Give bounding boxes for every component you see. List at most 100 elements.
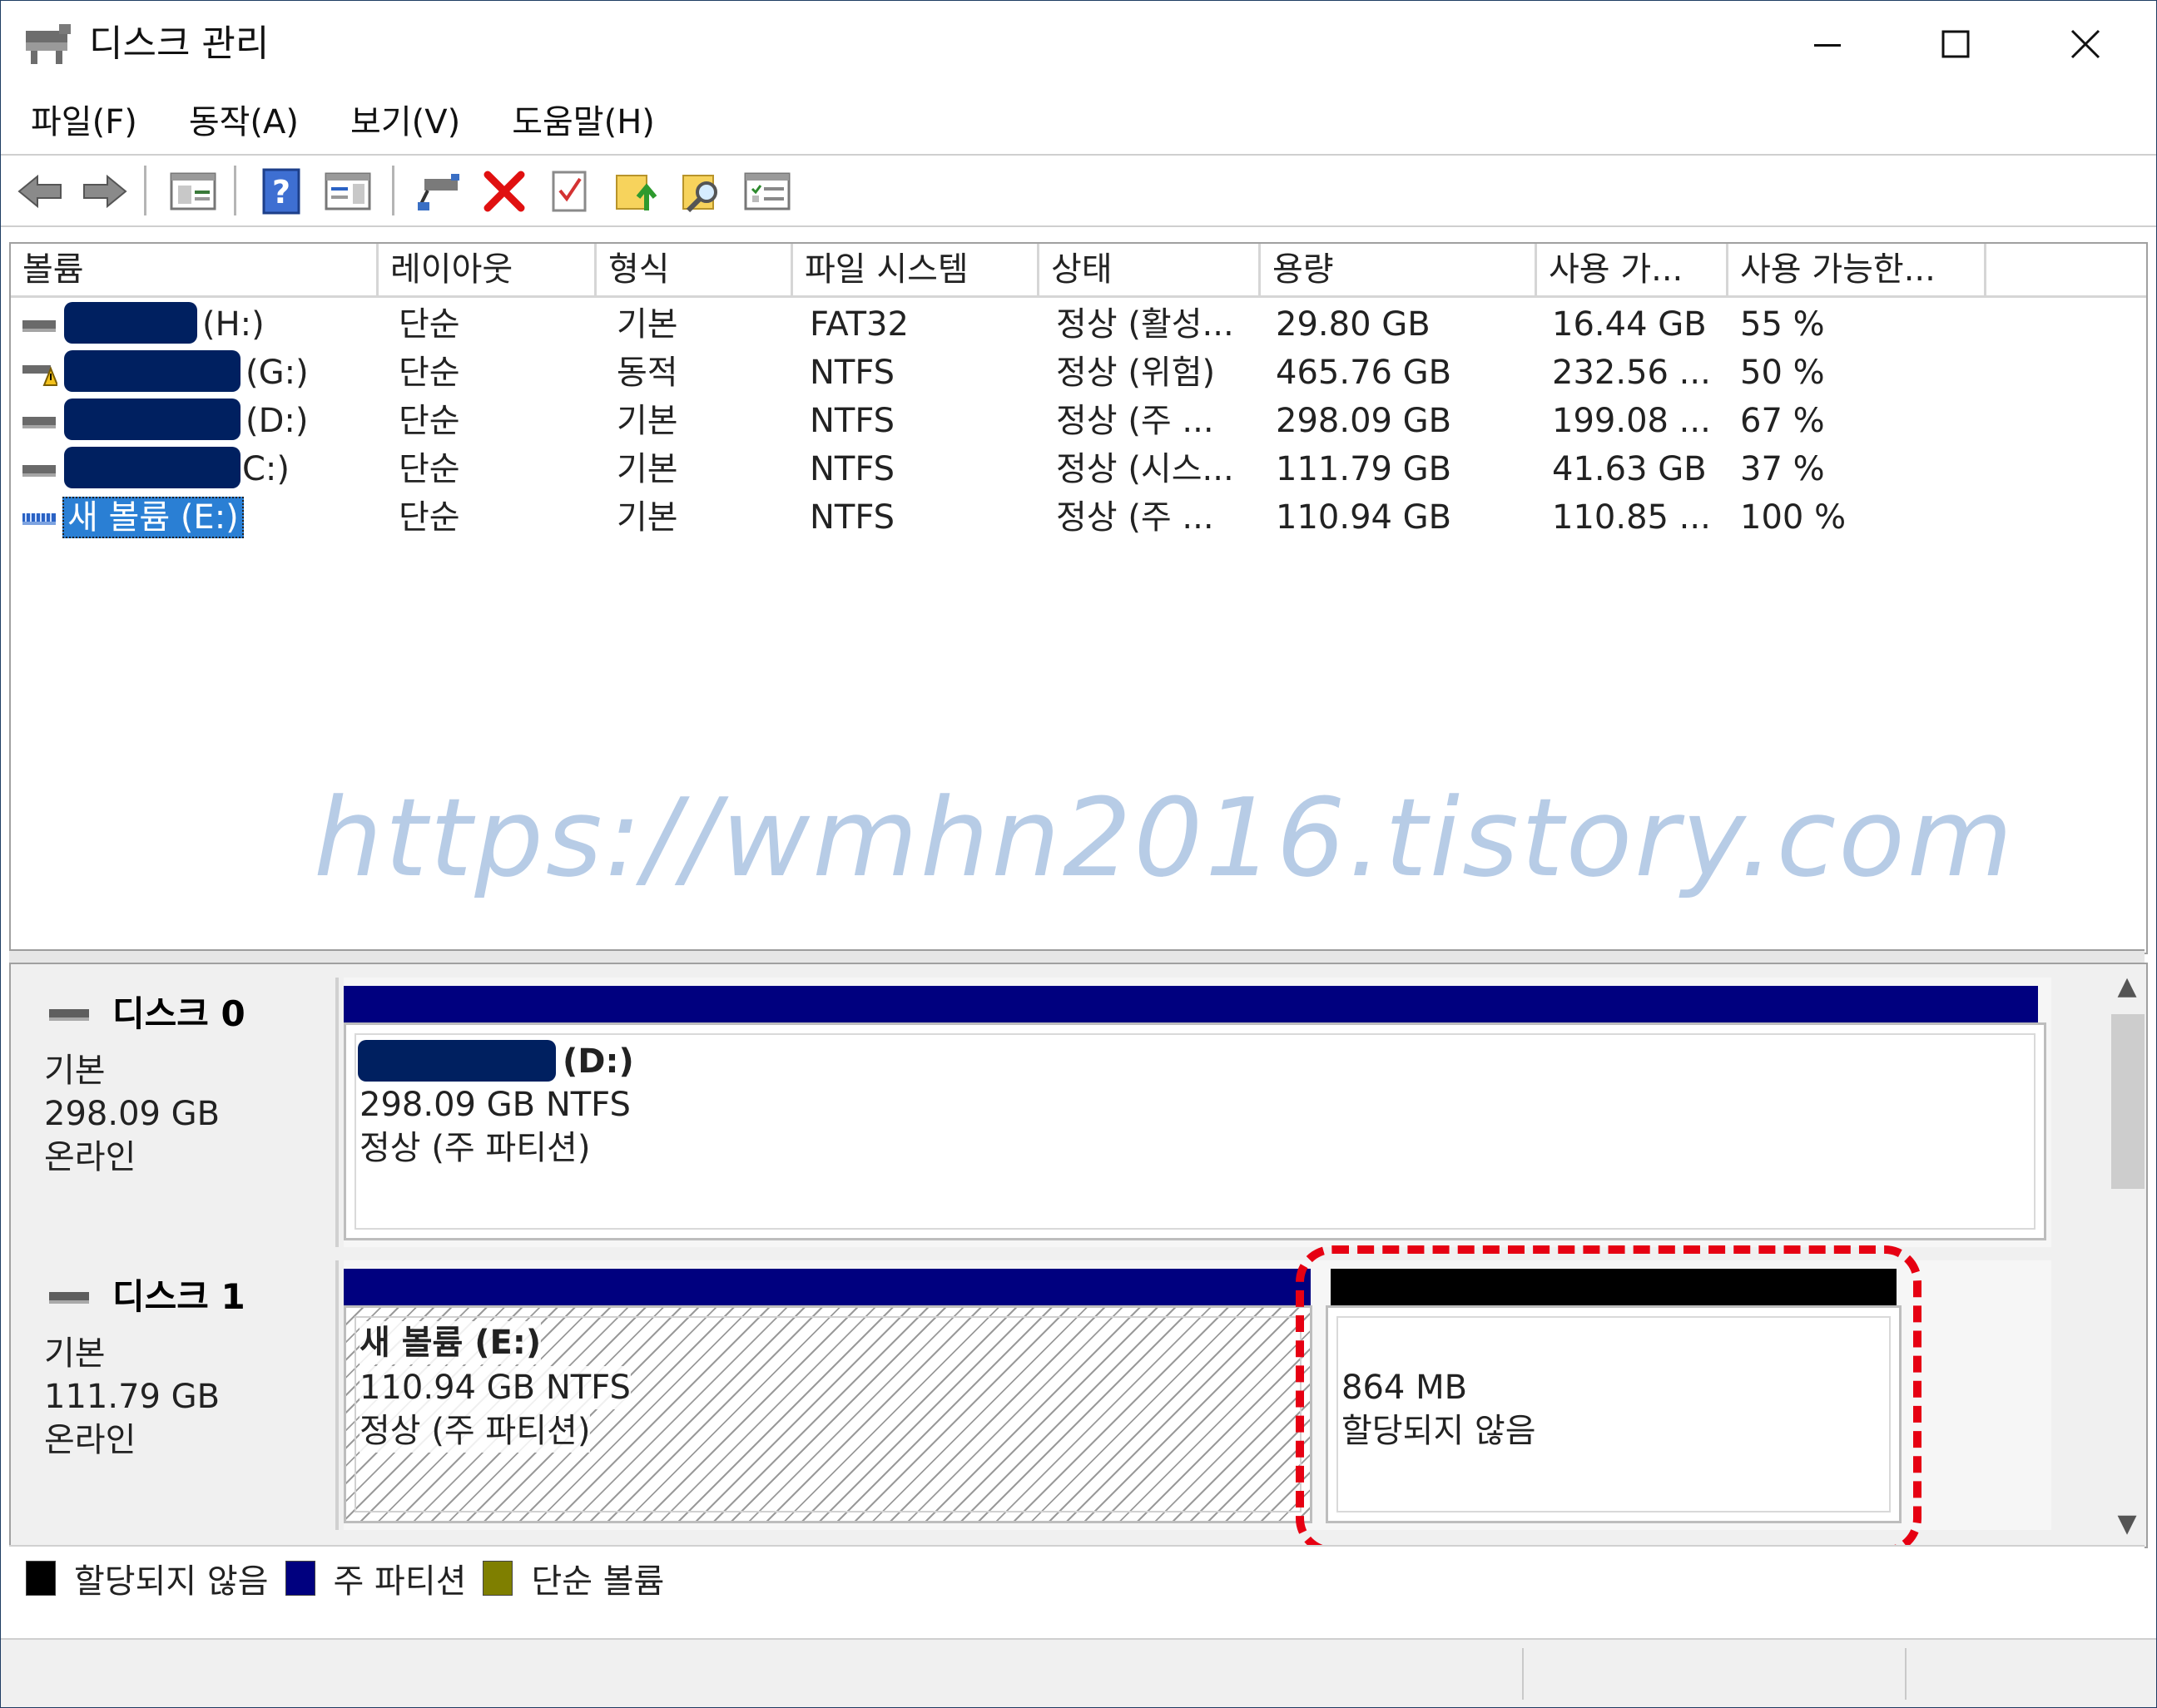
scroll-up-arrow-icon[interactable]: ▲ — [2108, 968, 2146, 1006]
scroll-down-arrow-icon[interactable]: ▼ — [2108, 1505, 2146, 1543]
volume-name: (H:) — [202, 305, 265, 344]
volume-row-selected[interactable]: 새 볼륨 (E:) 단순 기본 NTFS 정상 (주 ... 110.94 GB… — [11, 493, 2146, 542]
volume-row[interactable]: (H:) 단순 기본 FAT32 정상 (활성... 29.80 GB 16.4… — [11, 300, 2146, 349]
menu-file[interactable]: 파일(F) — [1, 92, 163, 152]
volume-row[interactable]: (D:) 단순 기본 NTFS 정상 (주 ... 298.09 GB 199.… — [11, 397, 2146, 445]
toolbar: ? — [1, 154, 2156, 227]
volume-layout: 단순 — [399, 354, 460, 392]
volume-row[interactable]: C:) 단순 기본 NTFS 정상 (시스... 111.79 GB 41.63… — [11, 445, 2146, 493]
redacted-partition-label — [358, 1040, 556, 1082]
delete-icon — [483, 171, 525, 212]
up-folder-button[interactable] — [610, 166, 662, 217]
search-folder-icon — [682, 175, 717, 213]
unallocated-space[interactable]: 864 MB 할당되지 않음 — [1326, 1305, 1902, 1523]
column-header-status[interactable]: 상태 — [1039, 244, 1261, 295]
connect-drive-icon — [418, 174, 459, 210]
volume-free-space: 232.56 ... — [1552, 354, 1711, 392]
console-tree-icon — [170, 172, 216, 210]
minimize-button[interactable] — [1765, 14, 1890, 74]
legend-swatch — [285, 1561, 315, 1596]
back-arrow-icon — [17, 174, 62, 209]
find-button[interactable] — [677, 166, 728, 217]
disk-0-info[interactable]: 디스크 0 기본 298.09 GB 온라인 — [16, 978, 339, 1247]
disk-name: 디스크 1 — [112, 1276, 245, 1317]
close-button[interactable] — [2023, 14, 2148, 74]
volume-type: 기본 — [617, 402, 678, 440]
warning-drive-icon — [22, 365, 57, 386]
volume-free-space: 16.44 GB — [1552, 305, 1707, 344]
scroll-thumb[interactable] — [2111, 1014, 2145, 1189]
disk-state: 온라인 — [44, 1421, 136, 1459]
list-view-button[interactable] — [741, 166, 793, 217]
unallocated-space-body: 864 MB 할당되지 않음 — [1336, 1316, 1891, 1512]
primary-partition-bar — [344, 986, 2038, 1022]
volume-capacity: 111.79 GB — [1276, 450, 1452, 488]
drive-icon — [22, 465, 56, 477]
volume-file-system: NTFS — [810, 498, 895, 537]
column-header-free-space[interactable]: 사용 가... — [1537, 244, 1728, 295]
disk-management-window: 디스크 관리 파일(F) 동작(A) 보기(V) 도움말(H) ? 볼륨 레이아… — [0, 0, 2157, 1708]
disk-icon — [49, 1009, 89, 1021]
disk-name: 디스크 0 — [112, 993, 245, 1034]
window-title: 디스크 관리 — [89, 22, 270, 65]
volume-type: 동적 — [617, 354, 678, 392]
partition-d[interactable]: (D:) 298.09 GB NTFS 정상 (주 파티션) — [344, 1022, 2046, 1240]
redacted-volume-label — [64, 447, 240, 488]
volume-name: (G:) — [245, 354, 309, 392]
legend-label: 단순 볼륨 — [531, 1562, 665, 1601]
show-hide-action-pane-button[interactable] — [322, 166, 374, 217]
folder-up-icon — [616, 175, 657, 210]
menu-bar: 파일(F) 동작(A) 보기(V) 도움말(H) — [1, 92, 2156, 152]
volume-capacity: 465.76 GB — [1276, 354, 1452, 392]
volume-name: 새 볼륨 (E:) — [62, 497, 244, 538]
vertical-scrollbar[interactable]: ▲ ▼ — [2108, 964, 2146, 1547]
help-button[interactable]: ? — [255, 166, 307, 217]
volume-layout: 단순 — [399, 450, 460, 488]
volume-status: 정상 (주 ... — [1056, 402, 1214, 440]
primary-partition-bar — [344, 1269, 1311, 1305]
column-header-percent-free[interactable]: 사용 가능한... — [1728, 244, 1986, 295]
column-header-capacity[interactable]: 용량 — [1261, 244, 1537, 295]
volume-capacity: 298.09 GB — [1276, 402, 1452, 440]
unallocated-status: 할당되지 않음 — [1341, 1412, 1536, 1450]
list-view-icon — [744, 172, 791, 210]
column-header-file-system[interactable]: 파일 시스템 — [793, 244, 1039, 295]
properties-button[interactable] — [543, 166, 595, 217]
column-header-layout[interactable]: 레이아웃 — [379, 244, 597, 295]
legend-item-primary-partition: 주 파티션 — [285, 1554, 467, 1602]
disk-type: 기본 — [44, 1052, 106, 1090]
close-icon — [2070, 29, 2100, 59]
column-header-type[interactable]: 형식 — [597, 244, 793, 295]
forward-button[interactable] — [79, 166, 131, 217]
delete-button[interactable] — [479, 166, 530, 217]
show-hide-console-tree-button[interactable] — [167, 166, 219, 217]
partition-status: 정상 (주 파티션) — [360, 1409, 591, 1453]
partition-e[interactable]: 새 볼륨 (E:) 110.94 GB NTFS 정상 (주 파티션) — [344, 1305, 1312, 1523]
volume-status: 정상 (주 ... — [1056, 498, 1214, 537]
volume-free-space: 110.85 ... — [1552, 498, 1711, 537]
volume-capacity: 110.94 GB — [1276, 498, 1452, 537]
legend-label: 주 파티션 — [333, 1562, 467, 1601]
help-icon: ? — [262, 168, 300, 215]
pane-splitter[interactable] — [9, 949, 2145, 963]
menu-view[interactable]: 보기(V) — [325, 92, 486, 152]
menu-action[interactable]: 동작(A) — [163, 92, 325, 152]
partition-d-body: (D:) 298.09 GB NTFS 정상 (주 파티션) — [355, 1033, 2036, 1230]
properties-icon — [552, 171, 587, 212]
menu-help[interactable]: 도움말(H) — [486, 92, 681, 152]
disk-1-info[interactable]: 디스크 1 기본 111.79 GB 온라인 — [16, 1260, 339, 1530]
maximize-button[interactable] — [1893, 14, 2018, 74]
forward-arrow-icon — [83, 174, 127, 209]
connect-virtual-drive-button[interactable] — [414, 166, 465, 217]
disk-icon — [49, 1292, 89, 1304]
legend-item-simple-volume: 단순 볼륨 — [483, 1554, 664, 1602]
volume-row[interactable]: (G:) 단순 동적 NTFS 정상 (위험) 465.76 GB 232.56… — [11, 349, 2146, 397]
back-button[interactable] — [14, 166, 66, 217]
column-header-volume[interactable]: 볼륨 — [11, 244, 379, 295]
partition-label: (D:) — [563, 1042, 634, 1081]
title-bar: 디스크 관리 — [1, 1, 2156, 87]
status-bar-separator — [1522, 1648, 1524, 1700]
volume-percent-free: 55 % — [1740, 305, 1825, 344]
volume-percent-free: 67 % — [1740, 402, 1825, 440]
volume-status: 정상 (시스... — [1056, 450, 1234, 488]
